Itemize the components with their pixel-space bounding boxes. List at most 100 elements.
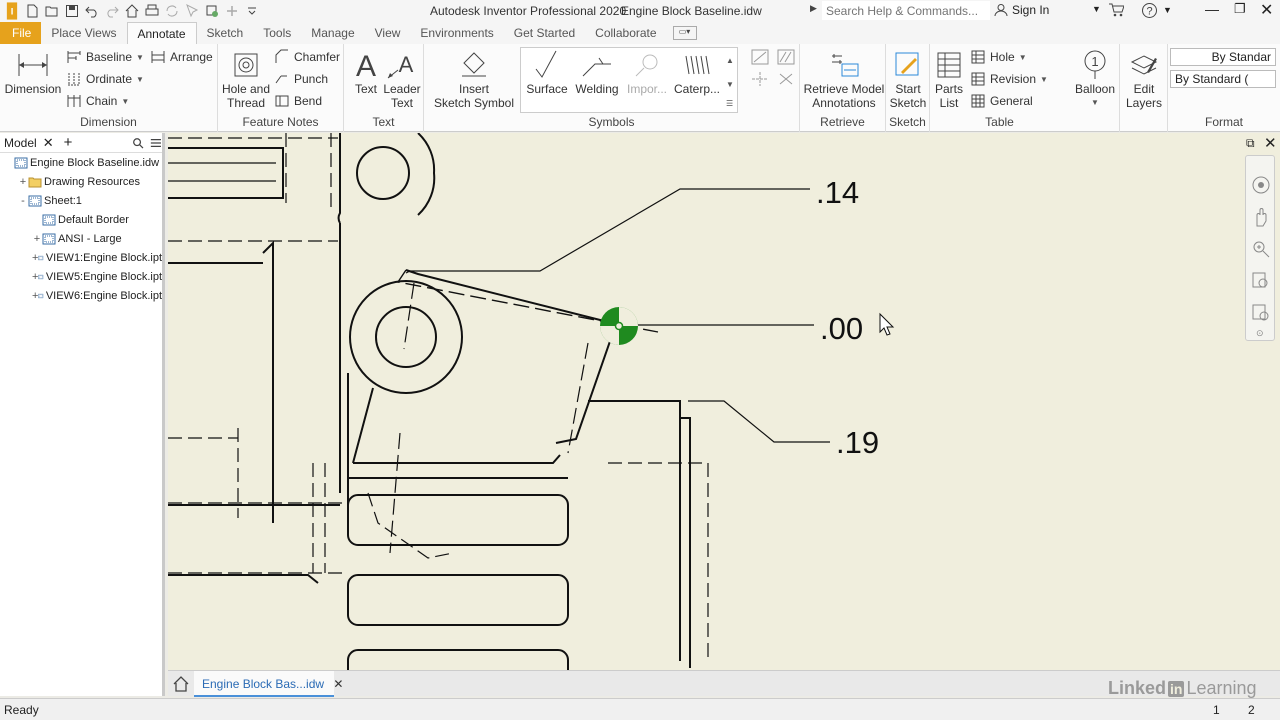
close-icon[interactable]: ✕ — [333, 677, 343, 691]
punch-button[interactable]: Punch — [274, 70, 328, 88]
drawing-canvas[interactable]: .14 .00 .19 — [168, 133, 1280, 670]
close-icon[interactable]: ✕ — [1264, 134, 1277, 152]
tree-item[interactable]: + VIEW1:Engine Block.ipt — [0, 248, 162, 267]
layer-combo[interactable]: By Standard ( — [1170, 70, 1276, 88]
ordinate-button[interactable]: Ordinate ▼ — [66, 70, 144, 88]
maximize-icon[interactable]: ❐ — [1234, 1, 1246, 17]
tab-get-started[interactable]: Get Started — [504, 22, 585, 44]
expand-toggle-icon[interactable]: - — [18, 195, 28, 207]
centermark-icon[interactable] — [750, 70, 770, 88]
close-icon[interactable]: ✕ — [43, 135, 54, 151]
cart-icon[interactable] — [1108, 2, 1124, 18]
surface-button[interactable]: Surface — [522, 48, 572, 96]
zoom-window-icon[interactable] — [1251, 270, 1271, 292]
zoom-all-icon[interactable] — [1251, 302, 1271, 324]
tab-view[interactable]: View — [365, 22, 411, 44]
qat-customize-icon[interactable] — [242, 1, 262, 21]
new-icon[interactable] — [22, 1, 42, 21]
dimension-button[interactable]: Dimension — [4, 48, 62, 96]
open-icon[interactable] — [42, 1, 62, 21]
chevron-down-icon[interactable]: ▼ — [136, 53, 144, 62]
chevron-down-icon[interactable]: ▼ — [1070, 96, 1120, 110]
undo-icon[interactable] — [82, 1, 102, 21]
gallery-expand-icon[interactable]: ☰ — [726, 99, 733, 108]
expand-toggle-icon[interactable]: + — [18, 176, 28, 188]
chevron-down-icon[interactable]: ▼ — [121, 97, 129, 106]
tab-annotate[interactable]: Annotate — [126, 22, 197, 44]
update-icon[interactable] — [162, 1, 182, 21]
dim-label-3[interactable]: .19 — [836, 425, 879, 460]
document-tab[interactable]: Engine Block Bas...idw ✕ — [194, 671, 343, 697]
tab-tools[interactable]: Tools — [253, 22, 301, 44]
select-icon[interactable] — [182, 1, 202, 21]
navbar-menu-icon[interactable]: ⊙ — [1256, 328, 1264, 339]
tree-item[interactable]: + VIEW6:Engine Block.ipt — [0, 286, 162, 305]
chevron-down-icon[interactable]: ▼ — [1163, 5, 1172, 15]
welding-button[interactable]: Welding — [572, 48, 622, 96]
chamfer-button[interactable]: Chamfer — [274, 48, 340, 66]
pan-icon[interactable] — [1251, 206, 1271, 228]
chain-button[interactable]: Chain ▼ — [66, 92, 129, 110]
dim-label-1[interactable]: .14 — [816, 175, 859, 210]
tab-collaborate[interactable]: Collaborate — [585, 22, 666, 44]
chevron-down-icon[interactable]: ▼ — [136, 75, 144, 84]
style-combo[interactable]: By Standar — [1170, 48, 1276, 66]
menu-icon[interactable] — [150, 136, 162, 150]
datum-icon[interactable] — [750, 48, 770, 66]
steering-wheel-icon[interactable] — [1251, 174, 1271, 196]
start-sketch-button[interactable]: Start Sketch — [888, 48, 928, 110]
hole-thread-button[interactable]: Hole and Thread — [220, 48, 272, 110]
inventor-logo-icon[interactable]: I — [2, 1, 22, 21]
retrieve-model-annotations-button[interactable]: Retrieve Model Annotations — [802, 48, 886, 110]
text-button[interactable]: A Text — [348, 48, 384, 96]
arrange-button[interactable]: Arrange — [150, 48, 213, 66]
help-icon[interactable]: ? — [1141, 2, 1158, 19]
bend-button[interactable]: Bend — [274, 92, 322, 110]
minimize-icon[interactable]: — — [1205, 1, 1219, 17]
tab-place-views[interactable]: Place Views — [41, 22, 126, 44]
browser-tab-model[interactable]: Model — [4, 136, 37, 150]
add-icon[interactable] — [222, 1, 242, 21]
leader-text-button[interactable]: A Leader Text — [382, 48, 422, 110]
ribbon-options-icon[interactable]: ▭▾ — [672, 26, 697, 40]
import-button[interactable]: Impor... — [622, 48, 672, 96]
tree-item[interactable]: - Sheet:1 — [0, 191, 162, 210]
tab-sketch[interactable]: Sketch — [197, 22, 254, 44]
print-icon[interactable] — [142, 1, 162, 21]
caterpillar-button[interactable]: Caterp... — [672, 48, 722, 96]
grip-point-icon[interactable] — [600, 307, 638, 345]
search-expand-icon[interactable]: ▶ — [810, 3, 817, 14]
expand-toggle-icon[interactable]: + — [32, 233, 42, 245]
general-table-button[interactable]: General — [970, 92, 1033, 110]
chevron-down-icon[interactable]: ▼ — [1092, 4, 1101, 14]
redo-icon[interactable] — [102, 1, 122, 21]
tab-environments[interactable]: Environments — [410, 22, 503, 44]
edit-layers-button[interactable]: Edit Layers — [1122, 48, 1166, 110]
save-icon[interactable] — [62, 1, 82, 21]
search-input[interactable] — [822, 1, 990, 20]
home-icon[interactable] — [172, 675, 190, 693]
dim-label-2[interactable]: .00 — [820, 311, 863, 346]
chevron-down-icon[interactable]: ▼ — [1019, 53, 1027, 62]
close-icon[interactable]: ✕ — [1260, 0, 1273, 20]
hole-table-button[interactable]: Hole ▼ — [970, 48, 1027, 66]
zoom-icon[interactable] — [1251, 238, 1271, 260]
tree-item[interactable]: Engine Block Baseline.idw — [0, 153, 162, 172]
tree-item[interactable]: + VIEW5:Engine Block.ipt — [0, 267, 162, 286]
chevron-down-icon[interactable]: ▼ — [1040, 75, 1048, 84]
insert-sketch-symbol-button[interactable]: Insert Sketch Symbol — [430, 48, 518, 110]
tree-item[interactable]: + ANSI - Large — [0, 229, 162, 248]
home-icon[interactable] — [122, 1, 142, 21]
add-browser-icon[interactable]: + — [64, 134, 73, 151]
tab-file[interactable]: File — [0, 22, 42, 44]
centerline-icon[interactable] — [776, 70, 796, 88]
sign-in-button[interactable]: Sign In — [994, 3, 1049, 17]
parts-list-button[interactable]: Parts List — [932, 48, 966, 110]
tab-manage[interactable]: Manage — [301, 22, 364, 44]
tree-item[interactable]: Default Border — [0, 210, 162, 229]
search-icon[interactable] — [132, 136, 144, 150]
window-restore-icon[interactable]: ⧉ — [1246, 136, 1255, 151]
gallery-scroll-up-icon[interactable]: ▲ — [726, 56, 734, 65]
revision-table-button[interactable]: Revision ▼ — [970, 70, 1048, 88]
balloon-button[interactable]: 1 Balloon ▼ — [1070, 48, 1120, 110]
